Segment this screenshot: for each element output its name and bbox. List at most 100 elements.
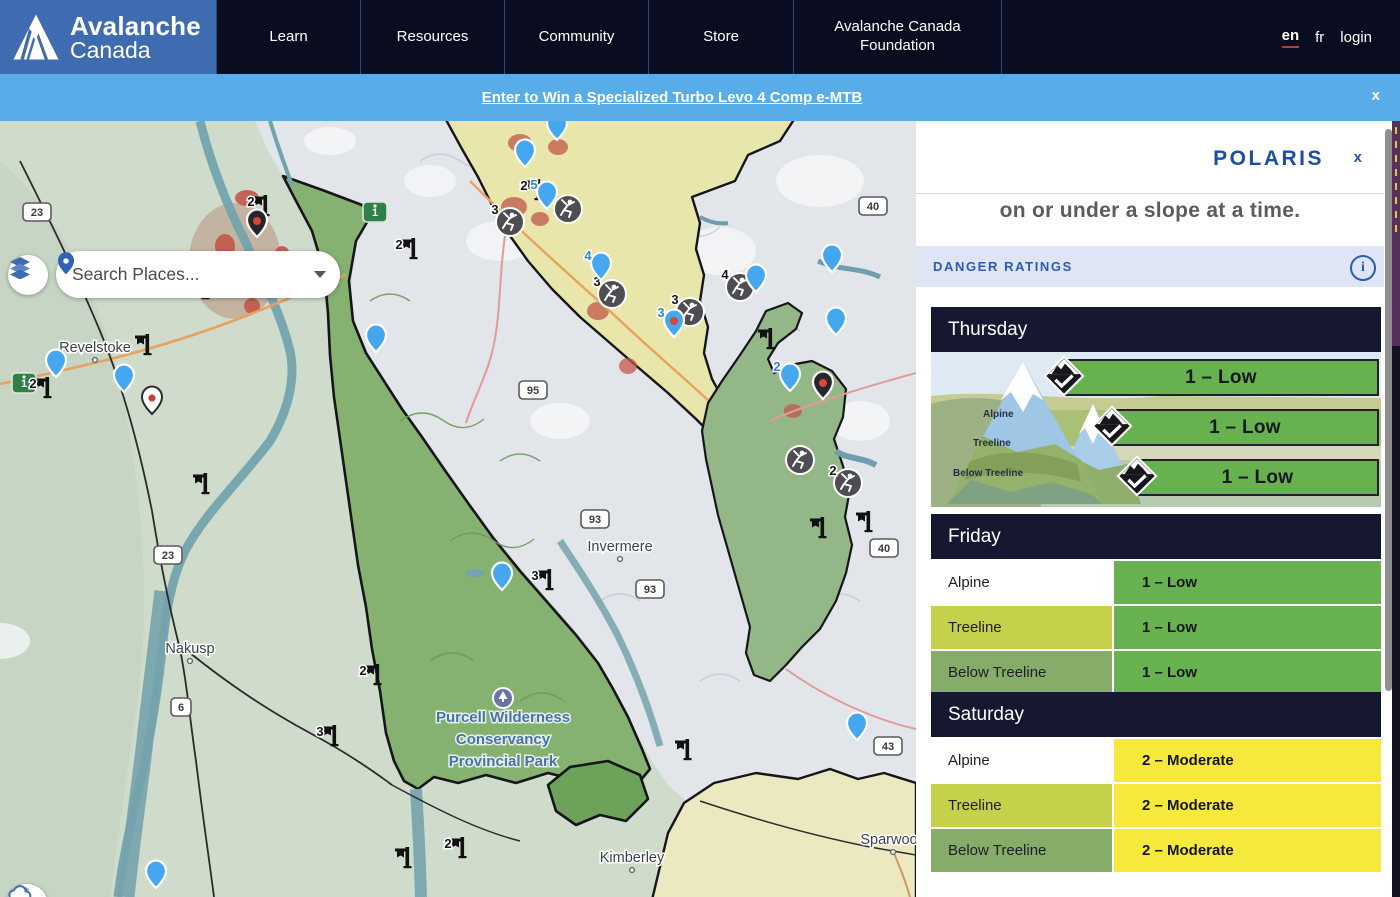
svg-text:Nakusp: Nakusp bbox=[165, 641, 214, 657]
promo-link[interactable]: Enter to Win a Specialized Turbo Levo 4 … bbox=[482, 89, 862, 106]
search-chevron-down-icon[interactable] bbox=[314, 271, 326, 278]
svg-text:3: 3 bbox=[657, 305, 664, 320]
search-input[interactable] bbox=[70, 263, 254, 286]
svg-text:93: 93 bbox=[644, 584, 656, 596]
polaris-sponsor-logo[interactable]: POLARIS bbox=[1213, 147, 1324, 171]
svg-text:95: 95 bbox=[527, 385, 539, 397]
rating-value: 1 – Low bbox=[1114, 561, 1381, 604]
svg-text:Purcell Wilderness: Purcell Wilderness bbox=[436, 709, 570, 726]
hero-rating-row: 1 – Low bbox=[931, 459, 1381, 496]
forecast-panel: POLARIS x on or under a slope at a time.… bbox=[916, 121, 1400, 897]
svg-text:Kimberley: Kimberley bbox=[600, 850, 665, 866]
panel-scrollbar bbox=[1384, 121, 1392, 897]
elevation-illustration: Alpine Treeline Below Treeline 1 – Low 1… bbox=[931, 352, 1381, 507]
nav-item-learn[interactable]: Learn bbox=[216, 0, 360, 74]
svg-text:2: 2 bbox=[395, 237, 402, 252]
rating-value: 1 – Low bbox=[1209, 417, 1281, 439]
brand-logo[interactable]: Avalanche Canada bbox=[0, 0, 216, 74]
svg-text:3: 3 bbox=[316, 724, 323, 739]
location-pin-icon bbox=[56, 251, 76, 275]
svg-text:2: 2 bbox=[359, 663, 366, 678]
svg-text:1: 1 bbox=[372, 207, 378, 219]
danger-ratings-info-icon[interactable]: i bbox=[1350, 255, 1376, 281]
panel-edge-strip bbox=[1392, 121, 1400, 897]
trans-canada-shield: 1 bbox=[363, 202, 387, 222]
elevation-band-label: Alpine bbox=[931, 561, 1112, 604]
svg-text:Sparwood: Sparwood bbox=[860, 832, 916, 848]
day-card-saturday: Saturday Alpine2 – ModerateTreeline2 – M… bbox=[931, 692, 1381, 872]
layers-icon bbox=[8, 255, 32, 279]
day-card-friday: Friday Alpine1 – LowTreeline1 – LowBelow… bbox=[931, 514, 1381, 694]
danger-ratings-header: DANGER RATINGS bbox=[916, 246, 1384, 287]
elevation-band-label: Treeline bbox=[931, 784, 1112, 827]
highway-shield: 6 bbox=[171, 698, 191, 716]
locale-fr[interactable]: fr bbox=[1315, 29, 1324, 46]
hero-rating-row: 1 – Low bbox=[931, 359, 1381, 396]
svg-text:2: 2 bbox=[773, 359, 780, 374]
panel-scrollbar-thumb[interactable] bbox=[1385, 129, 1392, 691]
min-report-marker[interactable] bbox=[786, 446, 814, 474]
day-card-thursday: Thursday Alpine bbox=[931, 307, 1381, 507]
highway-shield: 93 bbox=[581, 510, 609, 528]
danger-diamond-icon bbox=[1116, 455, 1158, 502]
svg-text:Invermere: Invermere bbox=[587, 539, 652, 555]
brand-line1: Avalanche bbox=[70, 13, 201, 39]
svg-text:Conservancy: Conservancy bbox=[456, 731, 551, 748]
panel-close-icon[interactable]: x bbox=[1354, 149, 1362, 166]
day-header: Saturday bbox=[931, 692, 1381, 737]
login-link[interactable]: login bbox=[1340, 29, 1372, 46]
elevation-band-label: Below Treeline bbox=[931, 651, 1112, 694]
rating-value: 2 – Moderate bbox=[1114, 829, 1381, 872]
svg-text:❄: ❄ bbox=[23, 886, 30, 895]
svg-text:3: 3 bbox=[671, 292, 678, 307]
highway-shield: 95 bbox=[519, 381, 547, 399]
sponsor-row: POLARIS x bbox=[916, 121, 1384, 194]
svg-text:2: 2 bbox=[29, 376, 36, 391]
snow-cloud-icon: ❄ ❄ bbox=[6, 884, 34, 897]
svg-text:2: 2 bbox=[520, 178, 527, 193]
banner-close-icon[interactable]: x bbox=[1372, 87, 1380, 104]
forecast-map[interactable]: 23236959393404043111 RevelstokeNakuspInv… bbox=[0, 121, 916, 897]
elevation-band-label: Treeline bbox=[931, 606, 1112, 649]
top-nav: Avalanche Canada Learn Resources Communi… bbox=[0, 0, 1400, 74]
svg-text:Revelstoke: Revelstoke bbox=[59, 340, 131, 356]
rating-value: 1 – Low bbox=[1222, 467, 1294, 489]
nav-item-foundation[interactable]: Avalanche Canada Foundation bbox=[793, 0, 1002, 74]
forecast-message: on or under a slope at a time. bbox=[916, 199, 1384, 223]
svg-text:Provincial Park: Provincial Park bbox=[449, 753, 558, 770]
day-header: Friday bbox=[931, 514, 1381, 559]
elevation-band-label: Below Treeline bbox=[931, 829, 1112, 872]
svg-text:93: 93 bbox=[589, 514, 601, 526]
highway-shield: 23 bbox=[154, 546, 182, 564]
rating-value: 1 – Low bbox=[1114, 606, 1381, 649]
svg-text:43: 43 bbox=[882, 741, 894, 753]
nav-item-resources[interactable]: Resources bbox=[360, 0, 504, 74]
svg-text:23: 23 bbox=[162, 550, 174, 562]
nav-item-store[interactable]: Store bbox=[648, 0, 793, 74]
svg-text:1: 1 bbox=[21, 378, 27, 390]
avalanche-logo-icon bbox=[10, 11, 62, 63]
rating-row: Below Treeline2 – Moderate bbox=[931, 829, 1381, 872]
svg-text:3: 3 bbox=[491, 202, 498, 217]
svg-text:40: 40 bbox=[878, 543, 890, 555]
rating-row: Alpine2 – Moderate bbox=[931, 739, 1381, 782]
highway-shield: 43 bbox=[874, 737, 902, 755]
rating-row: Treeline2 – Moderate bbox=[931, 784, 1381, 827]
locale-switcher: en fr login bbox=[1282, 0, 1400, 74]
highway-shield: 23 bbox=[23, 203, 51, 221]
rating-value: 2 – Moderate bbox=[1114, 784, 1381, 827]
rating-value: 2 – Moderate bbox=[1114, 739, 1381, 782]
highway-shield: 93 bbox=[636, 580, 664, 598]
map-layers-button[interactable] bbox=[8, 255, 48, 295]
search-places-box[interactable] bbox=[56, 251, 340, 298]
locale-en[interactable]: en bbox=[1282, 27, 1300, 48]
rating-value: 1 – Low bbox=[1114, 651, 1381, 694]
svg-text:2: 2 bbox=[829, 463, 836, 478]
svg-text:6: 6 bbox=[178, 702, 184, 714]
danger-ratings-title: DANGER RATINGS bbox=[933, 259, 1073, 274]
day-header: Thursday bbox=[931, 307, 1381, 352]
nav-item-community[interactable]: Community bbox=[504, 0, 648, 74]
rating-value: 1 – Low bbox=[1185, 367, 1257, 389]
danger-diamond-icon bbox=[1091, 405, 1133, 452]
min-report-marker[interactable] bbox=[554, 195, 582, 223]
